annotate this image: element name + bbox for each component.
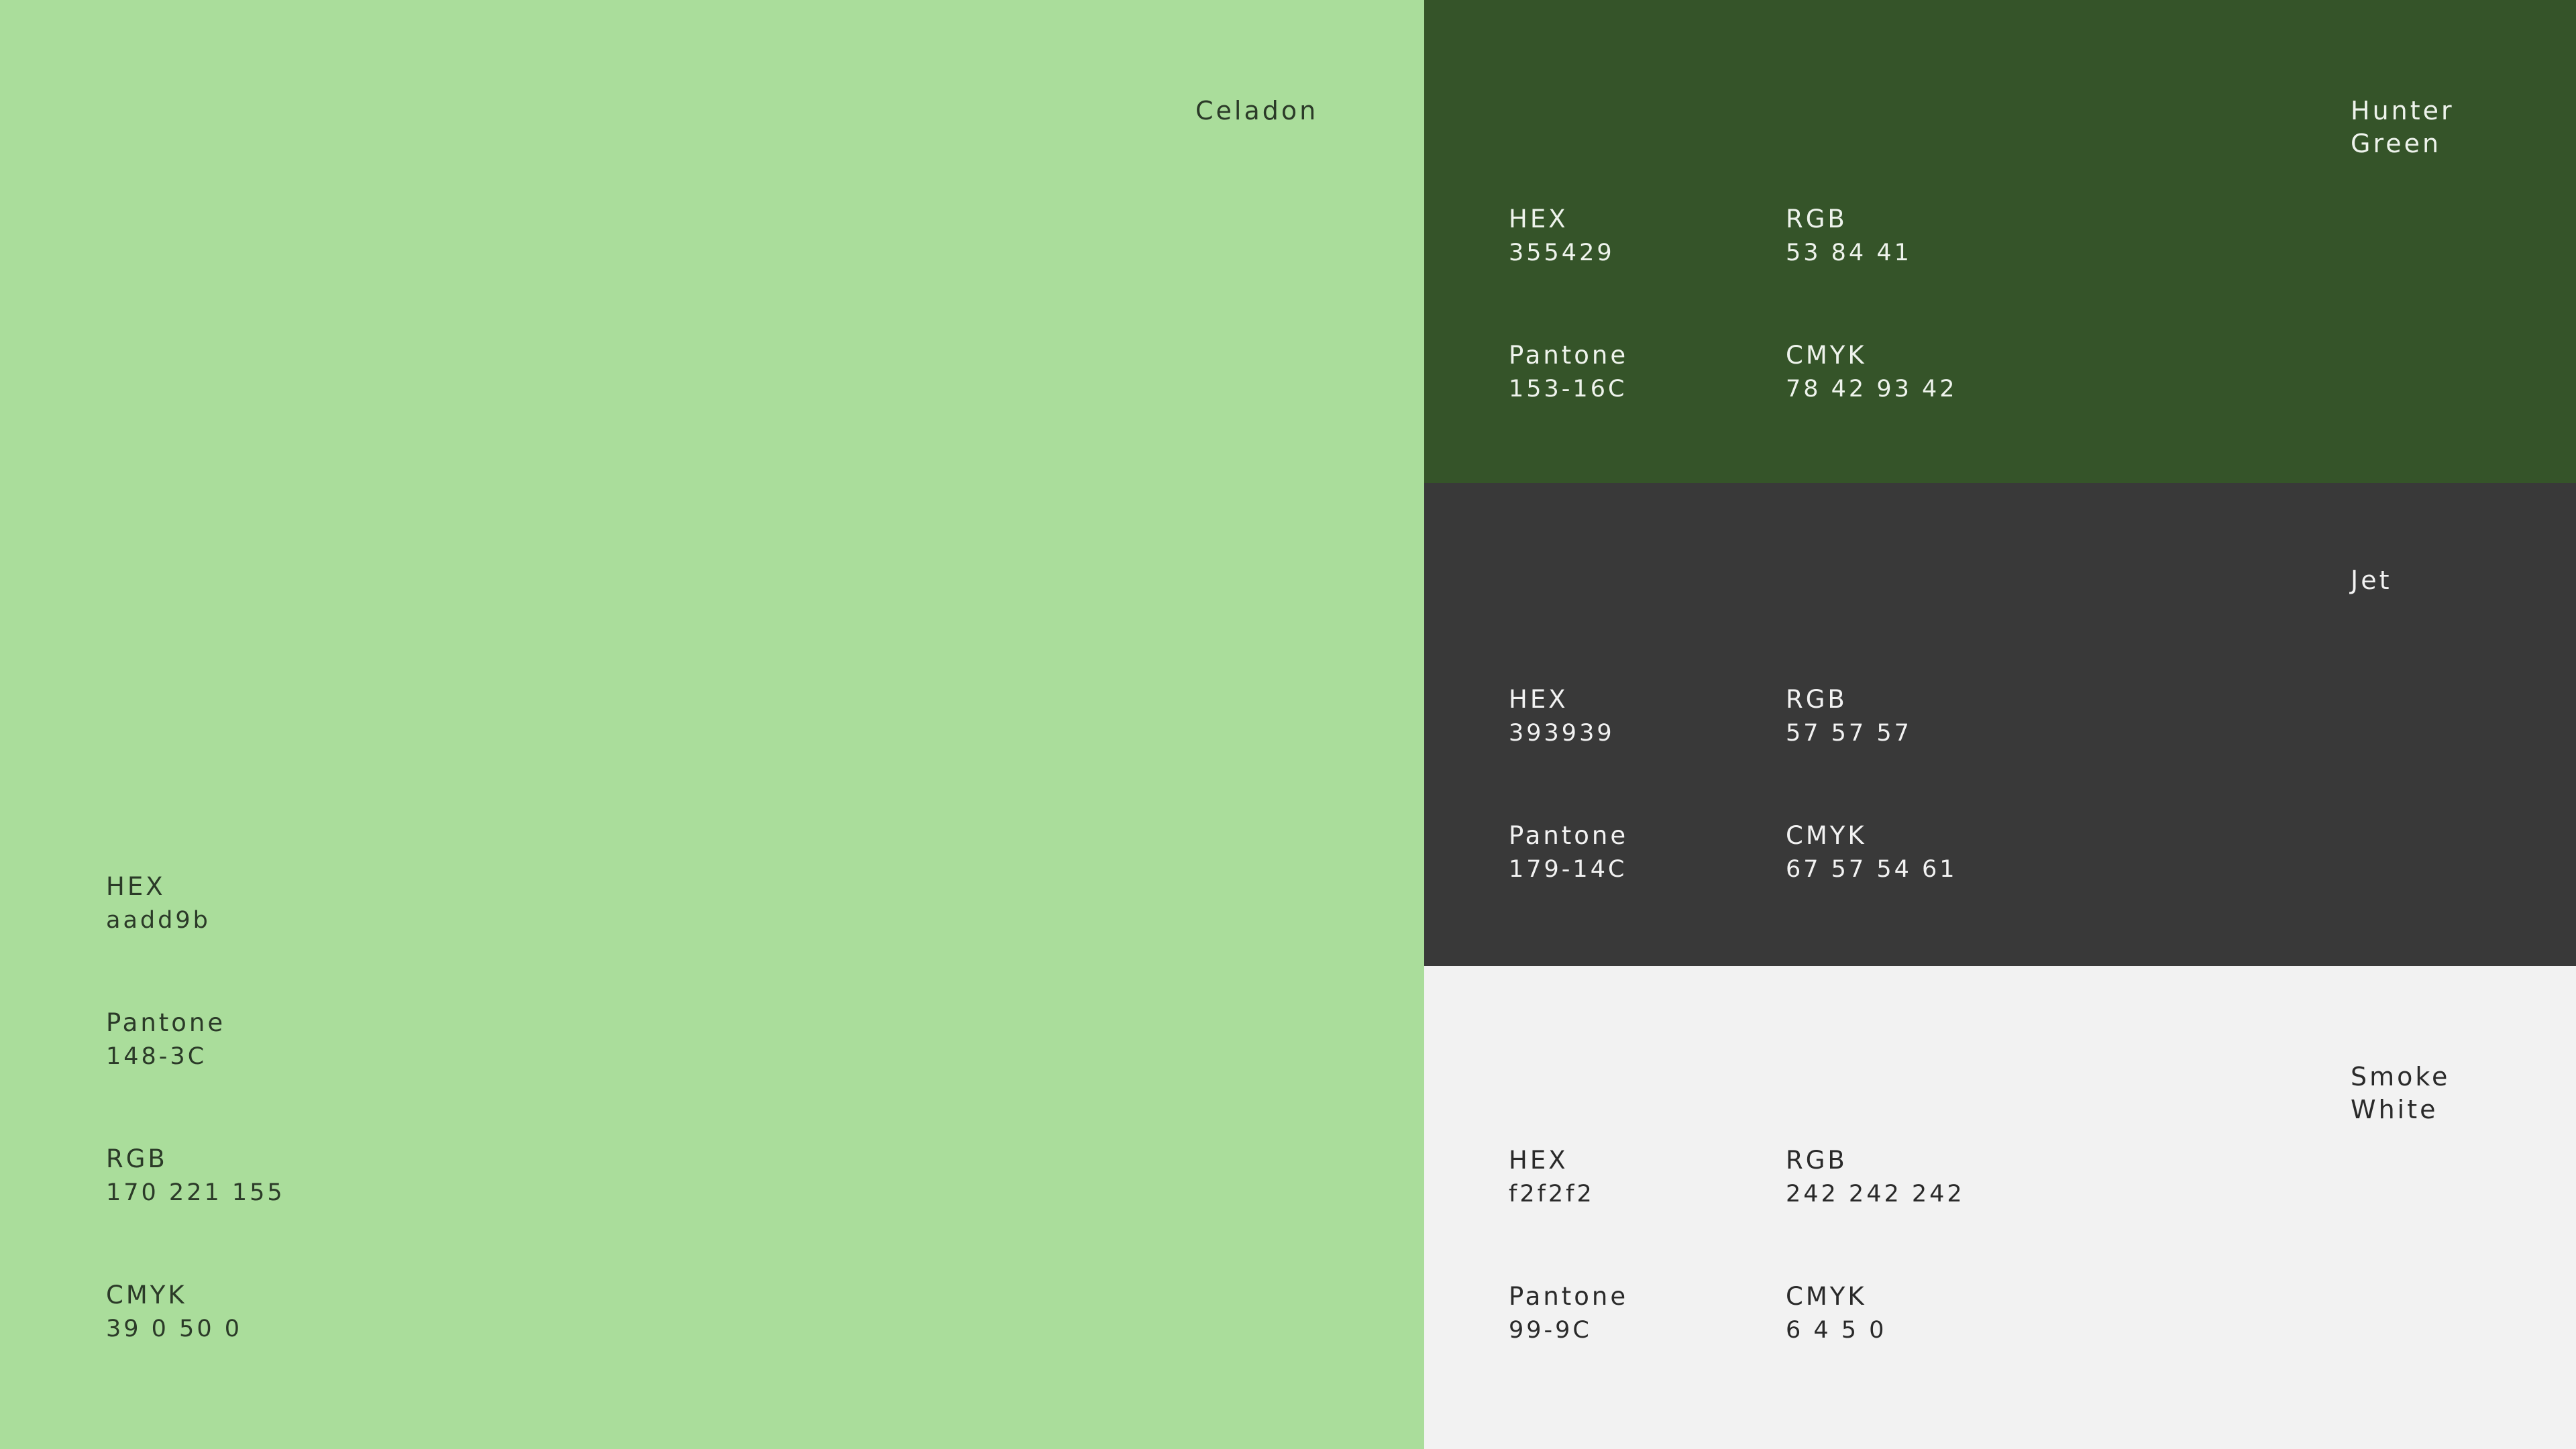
pantone-spec: Pantone 148-3C [106,1006,225,1073]
swatch-name: Jet [2351,566,2392,595]
swatch-name: Smoke White [2351,1062,2451,1124]
swatch-name: Hunter Green [2351,96,2455,158]
pantone-value: 153-16C [1509,376,1627,402]
hex-spec: HEX 355429 [1509,203,1615,270]
rgb-value: 53 84 41 [1786,239,1912,266]
rgb-value: 242 242 242 [1786,1181,1965,1208]
pantone-label: Pantone [106,1008,226,1037]
hex-label: HEX [1509,205,1568,233]
cmyk-value: 39 0 50 0 [106,1316,242,1342]
cmyk-spec: CMYK 78 42 93 42 [1786,339,1957,406]
cmyk-value: 6 4 5 0 [1786,1317,1887,1344]
rgb-label: RGB [106,1144,168,1173]
cmyk-value: 78 42 93 42 [1786,376,1957,402]
pantone-label: Pantone [1509,1282,1629,1311]
pantone-value: 148-3C [106,1043,207,1070]
swatch-smoke-white: Smoke White HEX f2f2f2 RGB 242 242 242 P… [1424,966,2576,1449]
rgb-value: 170 221 155 [106,1179,285,1206]
cmyk-label: CMYK [106,1281,187,1309]
hex-label: HEX [1509,1146,1568,1175]
pantone-spec: Pantone 153-16C [1509,339,1628,406]
rgb-spec: RGB 57 57 57 [1786,683,1912,750]
pantone-label: Pantone [1509,341,1629,370]
rgb-spec: RGB 170 221 155 [106,1142,285,1210]
pantone-value: 179-14C [1509,856,1627,883]
swatch-name: Celadon [1195,96,1319,125]
cmyk-label: CMYK [1786,341,1867,370]
hex-spec: HEX 393939 [1509,683,1615,750]
rgb-value: 57 57 57 [1786,720,1912,747]
color-palette: Celadon HEX aadd9b Pantone 148-3C RGB 17… [0,0,2576,1449]
hex-value: 355429 [1509,239,1615,266]
rgb-label: RGB [1786,1146,1847,1175]
hex-label: HEX [1509,685,1568,714]
pantone-value: 99-9C [1509,1317,1592,1344]
cmyk-value: 67 57 54 61 [1786,856,1957,883]
hex-value: 393939 [1509,720,1615,747]
hex-value: aadd9b [106,907,211,934]
pantone-label: Pantone [1509,821,1629,850]
rgb-spec: RGB 53 84 41 [1786,203,1912,270]
hex-value: f2f2f2 [1509,1181,1595,1208]
hex-spec: HEX f2f2f2 [1509,1144,1595,1211]
swatch-celadon: Celadon HEX aadd9b Pantone 148-3C RGB 17… [0,0,1424,1449]
rgb-label: RGB [1786,685,1847,714]
hex-label: HEX [106,872,166,901]
cmyk-spec: CMYK 6 4 5 0 [1786,1280,1886,1347]
rgb-spec: RGB 242 242 242 [1786,1144,1965,1211]
swatch-jet: Jet HEX 393939 RGB 57 57 57 Pantone 179-… [1424,483,2576,966]
hex-spec: HEX aadd9b [106,870,211,937]
cmyk-label: CMYK [1786,1282,1867,1311]
pantone-spec: Pantone 99-9C [1509,1280,1628,1347]
pantone-spec: Pantone 179-14C [1509,819,1628,886]
cmyk-spec: CMYK 67 57 54 61 [1786,819,1957,886]
rgb-label: RGB [1786,205,1847,233]
cmyk-label: CMYK [1786,821,1867,850]
cmyk-spec: CMYK 39 0 50 0 [106,1279,242,1346]
swatch-hunter-green: Hunter Green HEX 355429 RGB 53 84 41 Pan… [1424,0,2576,483]
